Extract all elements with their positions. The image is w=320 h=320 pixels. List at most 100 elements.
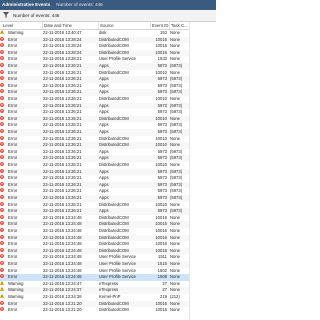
cell-level: Error	[8, 63, 18, 68]
error-icon	[0, 49, 4, 54]
cell-task-category: (5973)	[170, 129, 183, 134]
table-row[interactable]: Error 22-11-2016 13:24:48 DistributedCOM 10…	[0, 247, 189, 255]
cell-task-category: None	[170, 56, 181, 62]
cell-event-id: 5973	[157, 148, 167, 154]
table-row[interactable]: Error 22-11-2016 13:26:21 Apps 5973 (5973)	[0, 208, 189, 215]
cell-task-category: None	[170, 241, 181, 247]
cell-date-time: 22-11-2016 13:26:21	[43, 195, 82, 200]
table-row[interactable]: Warning 22-11-2016 13:40:47 disk 153 None	[0, 30, 189, 37]
event-list-header: Level Date and Time Source Event ID Task…	[0, 22, 216, 30]
table-row[interactable]: Error 22-11-2016 13:26:21 DistributedCOM 10…	[0, 115, 189, 123]
cell-event-id: 10016	[155, 36, 167, 42]
error-icon	[0, 162, 4, 166]
table-row[interactable]: Error 22-11-2016 13:28:24 DistributedCOM 10…	[0, 36, 189, 44]
cell-date-time: 22-11-2016 13:26:21	[43, 115, 82, 121]
table-row[interactable]: Error 22-11-2016 13:26:21 Apps 5973 (5973)	[0, 149, 189, 156]
table-row[interactable]: Error 22-11-2016 13:26:21 Apps 5973 (5973)	[0, 181, 189, 189]
table-row[interactable]: Error 22-11-2016 13:28:21 User Profile Ser…	[0, 56, 189, 63]
cell-date-time: 22-11-2016 13:26:21	[43, 96, 82, 101]
table-row[interactable]: Error 22-11-2016 13:26:21 Apps 5973 (5973)	[0, 89, 189, 96]
cell-task-category: None	[170, 280, 181, 286]
table-row[interactable]: Error 22-11-2016 13:24:48 User Profile Ser…	[0, 261, 189, 268]
table-row[interactable]: Error 22-11-2016 13:26:21 DistributedCOM 10…	[0, 70, 189, 77]
column-header-level[interactable]: Level	[0, 22, 42, 29]
table-row[interactable]: Warning 22-11-2016 13:24:47 eTexpress 27 Non…	[0, 280, 189, 288]
cell-date-time: 22-11-2016 13:26:21	[43, 162, 82, 167]
cell-level: Error	[8, 109, 18, 115]
cell-date-time: 22-11-2016 13:24:48	[43, 247, 82, 253]
table-row[interactable]: Error 22-11-2016 13:21:20 DistributedCOM 10…	[0, 307, 189, 314]
cell-task-category: (5973)	[170, 195, 183, 200]
cell-event-id: 5973	[157, 181, 167, 187]
table-row[interactable]: Error 22-11-2016 13:21:20 DistributedCOM 10…	[0, 300, 189, 308]
table-row[interactable]: Error 22-11-2016 13:26:21 Apps 5973 (5973)	[0, 188, 189, 195]
error-icon	[0, 102, 4, 107]
cell-event-id: 10016	[155, 307, 167, 313]
cell-level: Error	[8, 82, 18, 88]
table-row[interactable]: Error 22-11-2016 13:24:48 User Profile Ser…	[0, 254, 189, 261]
table-row[interactable]: Error 22-11-2016 13:24:48 User Profile Ser…	[0, 274, 189, 281]
cell-source: Apps	[99, 148, 109, 154]
cell-date-time: 22-11-2016 13:24:48	[43, 221, 82, 227]
table-row[interactable]: Error 22-11-2016 13:26:21 Apps 5973 (5973)	[0, 109, 189, 116]
cell-task-category: None	[170, 287, 181, 293]
table-row[interactable]: Error 22-11-2016 13:26:21 Apps 5973 (5973)	[0, 155, 189, 162]
table-row[interactable]: Error 22-11-2016 13:26:21 DistributedCOM 10…	[0, 136, 189, 143]
table-row[interactable]: Error 22-11-2016 13:28:24 DistributedCOM 10…	[0, 49, 189, 57]
table-row[interactable]: Error 22-11-2016 13:26:21 Apps 5973 (5973)	[0, 102, 189, 110]
table-row[interactable]: Error 22-11-2016 13:26:21 DistributedCOM 10…	[0, 142, 189, 149]
table-row[interactable]: Error 22-11-2016 13:26:21 Apps 5973 (5973)	[0, 63, 189, 70]
cell-source: DistributedCOM	[99, 142, 129, 148]
cell-task-category: None	[170, 43, 181, 49]
table-row[interactable]: Error 22-11-2016 13:26:21 Apps 5973 (5973)	[0, 129, 189, 136]
table-row[interactable]: Error 22-11-2016 13:26:21 Apps 5973 (5973)	[0, 83, 189, 90]
cell-level: Error	[8, 148, 18, 154]
table-row[interactable]: Error 22-11-2016 13:24:48 DistributedCOM 10…	[0, 228, 189, 235]
error-icon	[0, 63, 4, 67]
cell-task-category: (5973)	[170, 122, 183, 128]
table-row[interactable]: Error 22-11-2016 13:26:21 DistributedCOM 10…	[0, 162, 189, 169]
cell-level: Error	[8, 254, 18, 260]
table-row[interactable]: Error 22-11-2016 13:26:21 Apps 5973 (5973)	[0, 76, 189, 83]
table-row[interactable]: Error 22-11-2016 13:26:21 Apps 5973 (5973)	[0, 122, 189, 129]
cell-task-category: None	[170, 30, 181, 35]
error-icon	[0, 241, 4, 246]
cell-task-category: None	[170, 162, 181, 167]
cell-event-id: 27	[162, 287, 167, 293]
table-row[interactable]: Error 22-11-2016 13:26:21 Apps 5973 (5973)	[0, 195, 189, 202]
cell-task-category: (5973)	[170, 188, 183, 194]
column-header-date[interactable]: Date and Time	[42, 22, 98, 29]
error-icon	[0, 234, 4, 239]
table-row[interactable]: Error 22-11-2016 13:24:48 DistributedCOM 10…	[0, 221, 189, 228]
cell-date-time: 22-11-2016 13:24:38	[43, 294, 82, 299]
table-row[interactable]: Error 22-11-2016 13:26:21 Apps 5973 (5973)	[0, 175, 189, 182]
table-row[interactable]: Error 22-11-2016 13:24:48 DistributedCOM 10…	[0, 234, 189, 242]
table-row[interactable]: Error 22-11-2016 13:24:48 DistributedCOM 10…	[0, 241, 189, 248]
table-row[interactable]: Error 22-11-2016 13:26:21 DistributedCOM 10…	[0, 96, 189, 103]
column-header-event-id[interactable]: Event ID	[150, 22, 169, 29]
table-row[interactable]: Error 22-11-2016 13:26:21 DistributedCOM 10…	[0, 202, 189, 209]
cell-event-id: 5973	[157, 76, 167, 82]
cell-event-id: 27	[162, 280, 167, 286]
cell-source: User Profile Service	[99, 261, 137, 266]
error-icon	[0, 109, 4, 114]
column-header-source[interactable]: Source	[98, 22, 150, 29]
error-icon	[0, 148, 4, 153]
cell-level: Error	[8, 36, 18, 42]
table-row[interactable]: Error 22-11-2016 13:28:24 DistributedCOM 10…	[0, 43, 189, 50]
table-row[interactable]: Error 22-11-2016 13:26:21 Apps 5973 (5973)	[0, 168, 189, 176]
table-row[interactable]: Warning 22-11-2016 13:24:37 eTexpress 27 Non…	[0, 287, 189, 294]
cell-source: Kernel-PnP	[99, 294, 121, 299]
cell-date-time: 22-11-2016 13:24:48	[43, 267, 82, 273]
column-header-task-category[interactable]: Task C...	[169, 22, 189, 29]
cell-task-category: None	[170, 254, 181, 260]
cell-source: DistributedCOM	[99, 43, 129, 49]
table-row[interactable]: Warning 22-11-2016 13:24:38 Kernel-PnP 219(…	[0, 293, 189, 301]
cell-source: DistributedCOM	[99, 247, 129, 253]
cell-date-time: 22-11-2016 13:26:21	[43, 63, 82, 68]
table-row[interactable]: Error 22-11-2016 13:24:48 DistributedCOM 10…	[0, 215, 189, 222]
cell-date-time: 22-11-2016 13:24:48	[43, 261, 82, 266]
cell-level: Error	[8, 228, 18, 233]
cell-event-id: 1533	[157, 56, 167, 62]
table-row[interactable]: Error 22-11-2016 13:24:48 User Profile Ser…	[0, 268, 189, 275]
